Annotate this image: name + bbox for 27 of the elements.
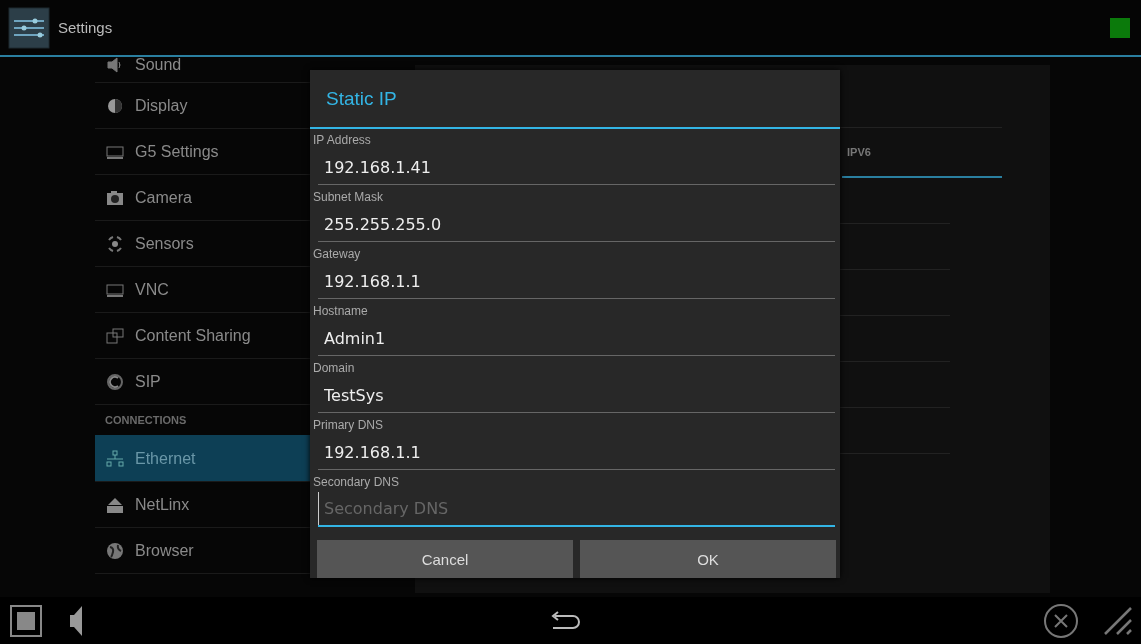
sensors-icon: [105, 233, 125, 254]
resize-handle-icon[interactable]: [1103, 605, 1133, 636]
ethernet-icon: [105, 448, 125, 469]
field-label: Domain: [313, 361, 356, 377]
input-field[interactable]: 255.255.255.0: [318, 207, 835, 242]
input-field[interactable]: Admin1: [318, 321, 835, 356]
globe-icon: [105, 540, 125, 561]
field-label: Primary DNS: [313, 418, 384, 434]
sliders-icon[interactable]: [8, 6, 50, 49]
input-field[interactable]: Secondary DNS: [318, 492, 835, 527]
app-title: Settings: [58, 19, 113, 36]
field-label: IP Address: [313, 133, 372, 149]
close-icon[interactable]: [1043, 602, 1079, 639]
field-label: Gateway: [313, 247, 362, 263]
input-field[interactable]: 192.168.1.1: [318, 264, 835, 299]
dialog-title: Static IP: [310, 70, 840, 129]
square-icon[interactable]: [10, 604, 42, 637]
sip-icon: [105, 371, 125, 392]
dialog-button[interactable]: OK: [580, 540, 836, 578]
input-field[interactable]: 192.168.1.41: [318, 150, 835, 185]
input-field[interactable]: 192.168.1.1: [318, 435, 835, 470]
tab[interactable]: IPV6: [842, 128, 1002, 178]
field-label: Subnet Mask: [313, 190, 385, 206]
dialog-button[interactable]: Cancel: [317, 540, 573, 578]
input-field[interactable]: TestSys: [318, 378, 835, 413]
status-square: [1110, 17, 1130, 38]
share-icon: [105, 325, 125, 346]
